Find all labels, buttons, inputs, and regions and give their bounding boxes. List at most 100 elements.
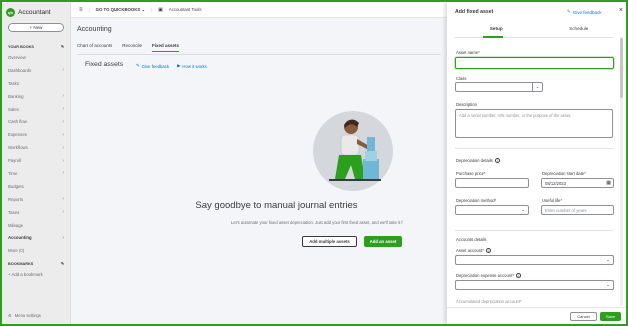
how-it-works-link[interactable]: ▶ How it works	[177, 63, 207, 69]
depreciation-details-heading: Depreciation details i	[456, 158, 500, 164]
close-icon[interactable]: ×	[619, 7, 623, 14]
feedback-icon: ✎	[567, 9, 571, 14]
chevron-right-icon: ›	[62, 234, 64, 241]
app-window: qb Accountant + New YOUR BOOKS ✎ Overvie…	[2, 2, 626, 324]
app-title: Accountant	[18, 8, 51, 16]
drawer-give-feedback-label: Give feedback	[572, 9, 602, 15]
save-button[interactable]: Save	[600, 312, 621, 321]
gear-icon: ⚙	[8, 313, 12, 318]
sidebar-item-label: Expenses	[8, 132, 27, 138]
sidebar-item-label: Budgets	[8, 183, 24, 189]
description-label: Description	[456, 102, 477, 107]
sidebar-item-expenses[interactable]: Expenses ›	[2, 128, 70, 141]
depreciation-expense-select[interactable]: ⌄	[455, 280, 614, 290]
class-select[interactable]: ⌄	[455, 82, 543, 92]
chevron-down-icon: ⌄	[606, 282, 610, 287]
add-bookmark-link[interactable]: + Add a bookmark	[2, 268, 70, 281]
accounts-details-heading: Accounts details	[456, 237, 487, 242]
sidebar-item-taxes[interactable]: Taxes ›	[2, 206, 70, 219]
add-multiple-assets-button[interactable]: Add multiple assets	[302, 236, 357, 247]
depreciation-start-value: 08/12/2023	[545, 180, 566, 186]
menu-settings[interactable]: ⚙ Menu settings	[8, 313, 41, 318]
sidebar-item-label: Mileage	[8, 222, 24, 228]
sidebar-item-more-0[interactable]: More (0)	[2, 244, 70, 257]
pencil-icon[interactable]: ✎	[61, 44, 64, 49]
go-to-quickbooks[interactable]: GO TO QUICKBOOKS ⌄	[96, 7, 145, 13]
chevron-down-icon: ⌄	[532, 83, 542, 91]
calendar-icon[interactable]: ▦	[606, 180, 611, 186]
sidebar-item-time[interactable]: Time ›	[2, 167, 70, 180]
drawer-scroll-thumb[interactable]	[620, 38, 623, 98]
chevron-right-icon: ›	[62, 106, 64, 112]
chevron-right-icon: ›	[62, 67, 64, 74]
sidebar-item-accounting[interactable]: Accounting ›	[2, 231, 70, 244]
new-button[interactable]: + New	[8, 23, 64, 32]
give-feedback-label: Give feedback	[141, 63, 170, 69]
depreciation-method-select[interactable]: ⌄	[455, 205, 529, 215]
give-feedback-link[interactable]: ✎ Give feedback	[136, 63, 169, 69]
purchase-price-input[interactable]	[455, 178, 529, 188]
active-tab-indicator	[483, 36, 503, 38]
sidebar-item-dashboards[interactable]: Dashboards ›	[2, 64, 70, 77]
sidebar-item-label: Taxes	[8, 209, 20, 215]
tab-fixed-assets[interactable]: Fixed assets	[152, 43, 180, 52]
tab-reconcile[interactable]: Reconcile	[122, 43, 142, 52]
how-it-works-label: How it works	[182, 63, 207, 69]
depreciation-expense-heading: Depreciation expense account* i	[456, 273, 521, 279]
empty-state-illustration	[313, 111, 393, 191]
cancel-button[interactable]: Cancel	[570, 312, 597, 321]
accountant-tools-link[interactable]: Accountant Tools	[169, 7, 202, 12]
add-asset-button[interactable]: Add an asset	[364, 236, 402, 247]
hamburger-icon[interactable]: ≡	[79, 7, 83, 13]
tab-setup[interactable]: Setup	[455, 26, 538, 34]
sidebar-item-tasks[interactable]: Tasks	[2, 77, 70, 90]
depreciation-start-label: Depreciation start date*	[542, 171, 586, 176]
description-textarea[interactable]: Add a serial number, VIN number, or the …	[455, 109, 613, 138]
depreciation-expense-label: Depreciation expense account*	[456, 273, 514, 278]
depreciation-start-input[interactable]: 08/12/2023 ▦	[541, 178, 614, 188]
menu-settings-label: Menu settings	[14, 313, 41, 318]
sidebar-item-banking[interactable]: Banking ›	[2, 90, 70, 103]
depreciation-details-label: Depreciation details	[456, 158, 493, 163]
sidebar-nav: Overview Dashboards › Tasks Banking › Sales › Ca…	[2, 51, 70, 257]
accounting-tabs: Chart of accounts Reconcile Fixed assets	[77, 43, 180, 52]
empty-state-subline: Let's automate your fixed asset deprecia…	[231, 220, 403, 225]
your-books-header: YOUR BOOKS ✎	[2, 44, 70, 50]
sidebar-item-payroll[interactable]: Payroll ›	[2, 154, 70, 167]
asset-name-input[interactable]	[455, 57, 614, 69]
sidebar-item-label: Payroll	[8, 158, 22, 164]
chevron-right-icon: ›	[62, 93, 64, 100]
info-icon[interactable]: i	[494, 158, 500, 164]
tab-chart-of-accounts[interactable]: Chart of accounts	[77, 43, 112, 52]
sidebar-item-mileage[interactable]: Mileage	[2, 219, 70, 232]
purchase-price-label: Purchase price*	[456, 171, 486, 176]
sidebar-item-label: Cash flow	[8, 119, 27, 125]
sidebar-item-label: Sales	[8, 106, 19, 112]
sidebar-item-overview[interactable]: Overview	[2, 51, 70, 64]
info-icon[interactable]: i	[515, 273, 521, 279]
class-label: Class	[456, 76, 467, 81]
info-icon[interactable]: i	[485, 248, 491, 254]
tab-schedule[interactable]: Schedule	[538, 26, 621, 34]
sidebar-item-workflows[interactable]: Workflows ›	[2, 141, 70, 154]
drawer-give-feedback-link[interactable]: ✎ Give feedback	[567, 9, 602, 15]
chevron-right-icon: ›	[62, 157, 64, 164]
section-links: ✎ Give feedback ▶ How it works	[136, 63, 207, 69]
page-title: Accounting	[77, 26, 112, 33]
sidebar-item-label: More (0)	[8, 248, 25, 254]
drawer-tab-divider	[455, 37, 613, 38]
chevron-right-icon: ›	[62, 118, 64, 125]
asset-name-label: Asset name*	[456, 50, 480, 55]
useful-life-input[interactable]: Enter number of years	[541, 205, 614, 215]
asset-account-select[interactable]: ⌄	[455, 255, 614, 265]
pencil-icon[interactable]: ✎	[61, 261, 64, 266]
bookmarks-header: BOOKMARKS ✎	[2, 261, 70, 267]
sidebar-item-label: Overview	[8, 54, 26, 60]
sidebar-item-cash-flow[interactable]: Cash flow ›	[2, 115, 70, 128]
chevron-right-icon: ›	[62, 209, 64, 216]
sidebar-item-reports[interactable]: Reports ›	[2, 193, 70, 206]
briefcase-icon: ▣	[158, 6, 163, 13]
sidebar-item-budgets[interactable]: Budgets	[2, 180, 70, 193]
sidebar-item-sales[interactable]: Sales ›	[2, 103, 70, 116]
divider	[455, 148, 613, 149]
